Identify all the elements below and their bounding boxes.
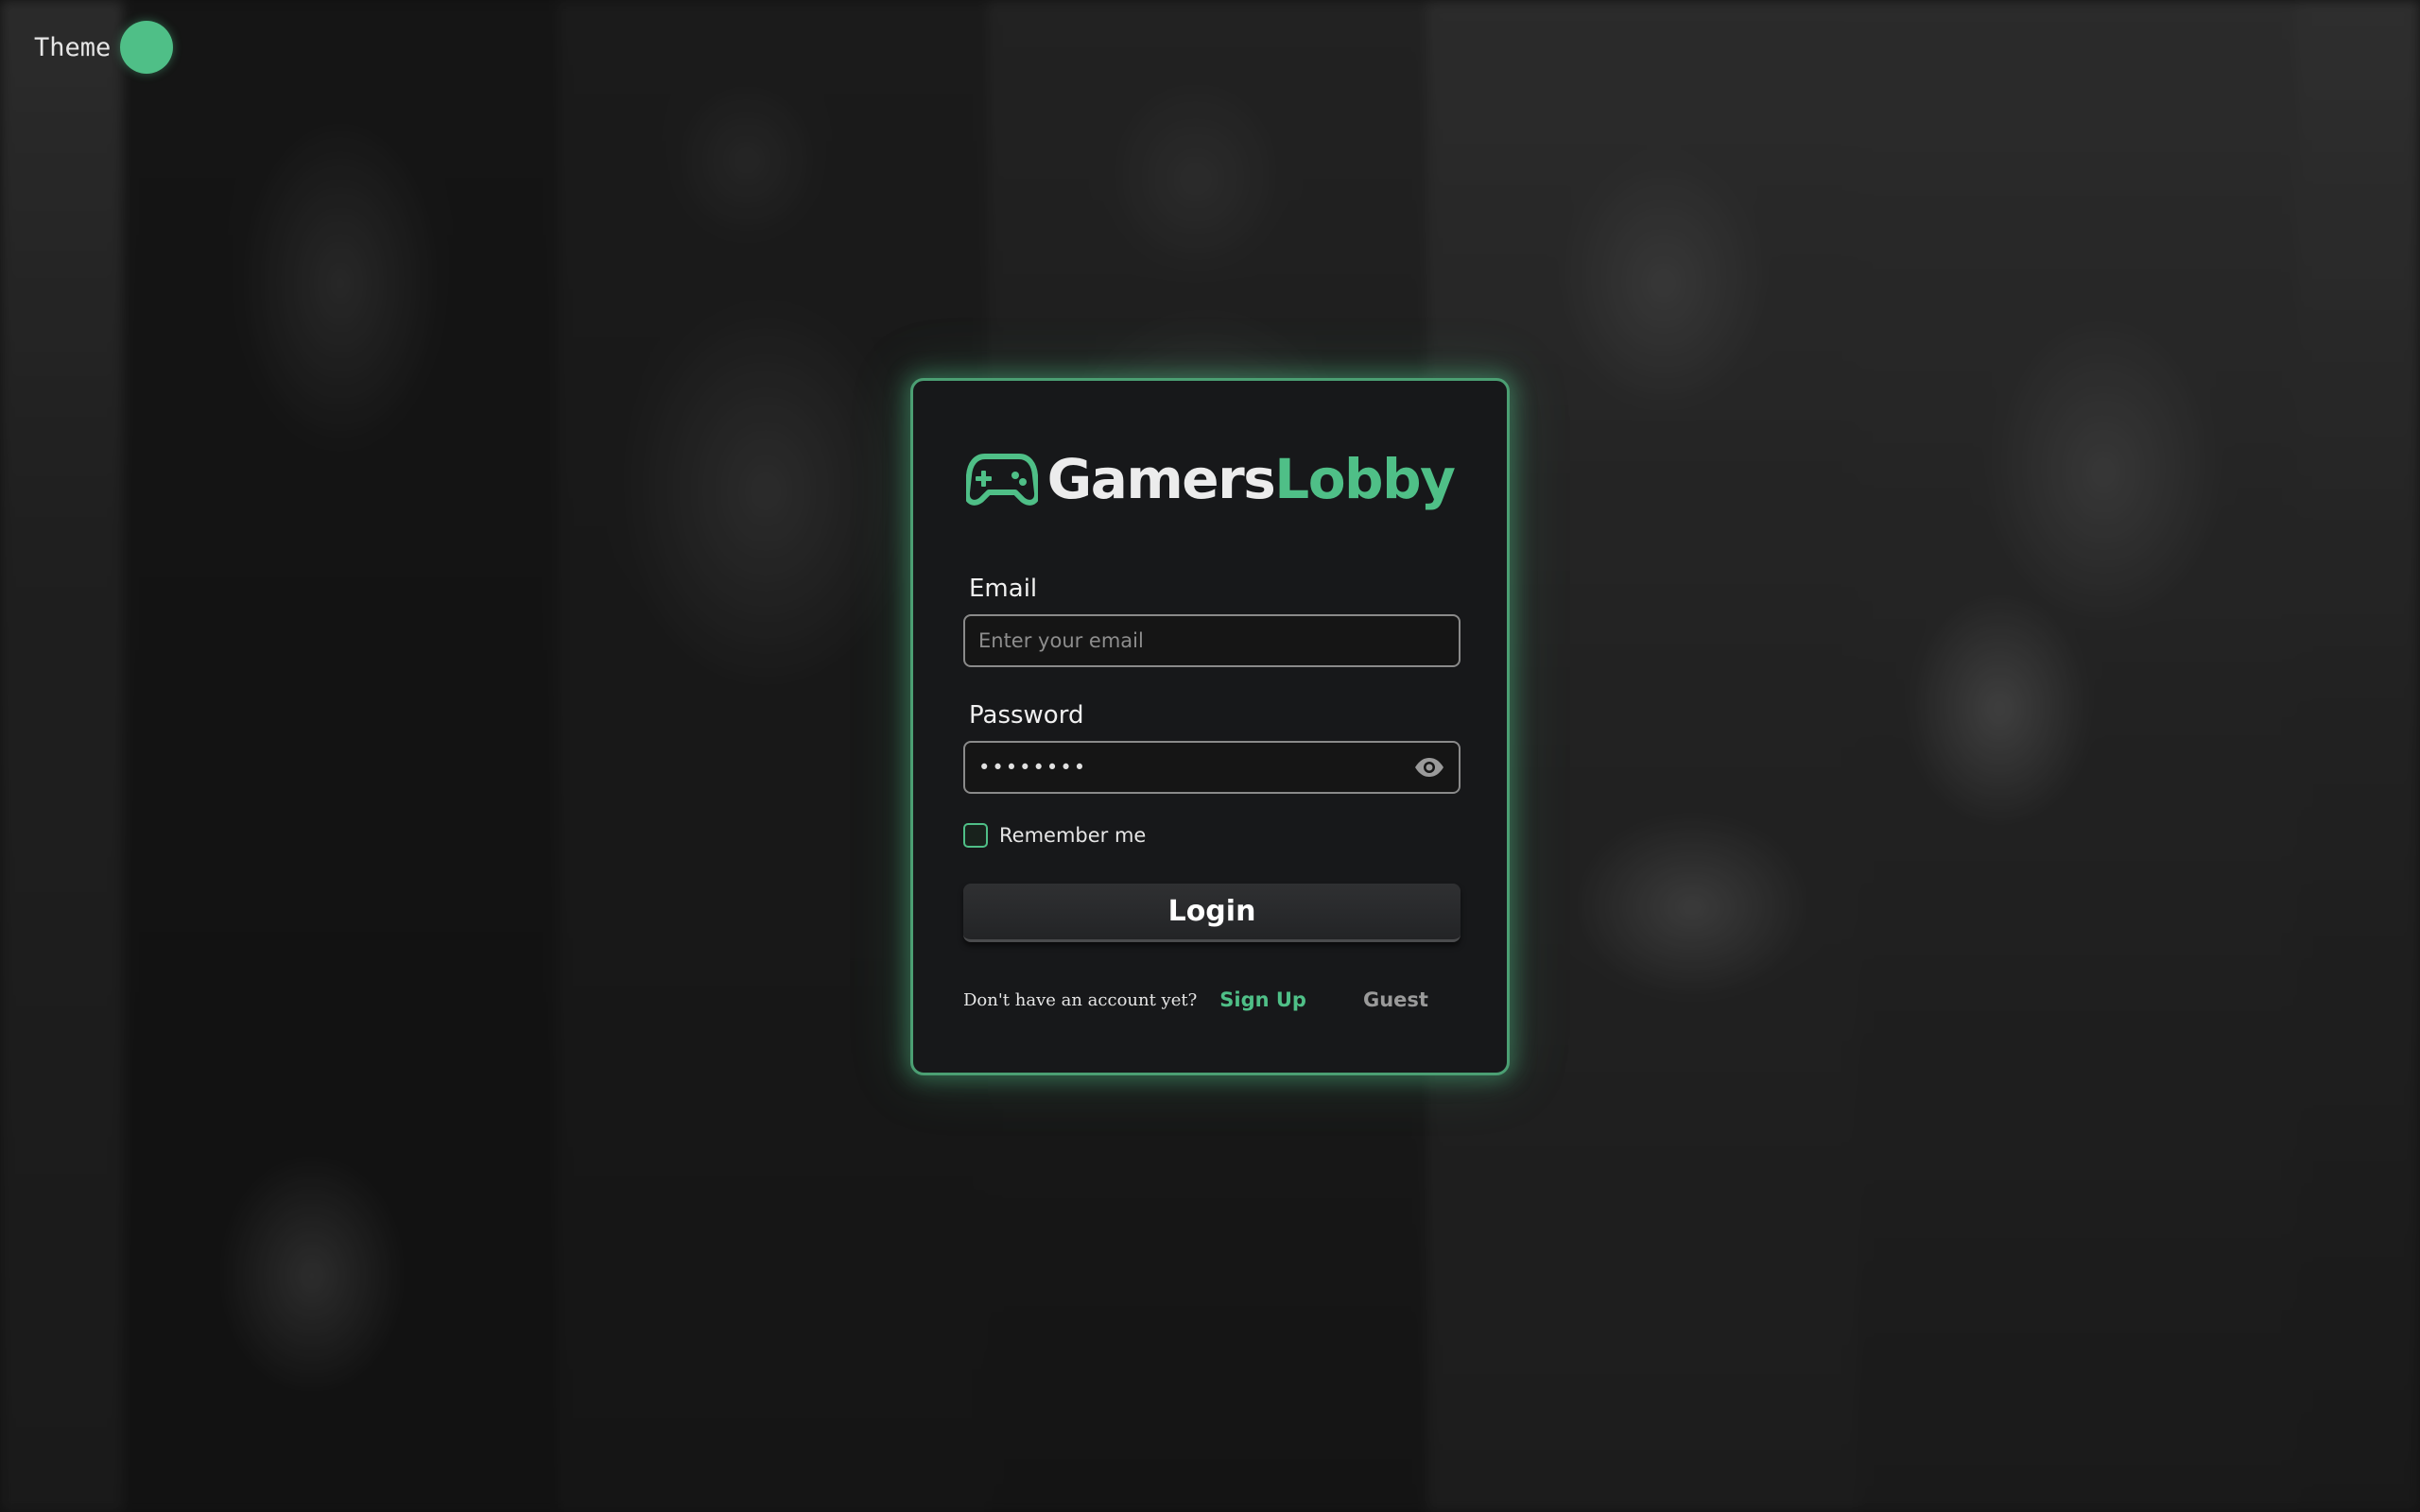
- email-field-container: [963, 614, 1461, 667]
- eye-icon[interactable]: [1413, 756, 1445, 779]
- signup-prompt-row: Don't have an account yet? Sign Up Guest: [963, 988, 1428, 1011]
- theme-toggle-button[interactable]: [120, 21, 174, 74]
- login-page: Theme GamersLobby Email Password: [0, 0, 2420, 1512]
- remember-me-label: Remember me: [999, 824, 1147, 847]
- email-field[interactable]: [978, 629, 1445, 652]
- gamepad-icon: [965, 454, 1038, 506]
- password-field-container: [963, 741, 1461, 794]
- theme-toggle[interactable]: Theme: [34, 21, 174, 74]
- password-field[interactable]: [978, 756, 1413, 779]
- app-name-part2: Lobby: [1274, 447, 1456, 511]
- email-label: Email: [969, 575, 1038, 603]
- sign-up-link[interactable]: Sign Up: [1219, 988, 1306, 1011]
- theme-label: Theme: [34, 32, 112, 62]
- password-label: Password: [969, 701, 1084, 730]
- app-name-part1: Gamers: [1046, 447, 1276, 511]
- login-button[interactable]: Login: [963, 884, 1461, 942]
- login-card: GamersLobby Email Password Remember me L…: [910, 378, 1510, 1075]
- remember-me-checkbox[interactable]: [963, 823, 988, 848]
- app-logo: GamersLobby: [913, 451, 1507, 507]
- guest-link[interactable]: Guest: [1363, 988, 1428, 1011]
- app-name: GamersLobby: [1047, 452, 1456, 507]
- no-account-text: Don't have an account yet?: [963, 989, 1198, 1010]
- remember-me[interactable]: Remember me: [963, 823, 1146, 848]
